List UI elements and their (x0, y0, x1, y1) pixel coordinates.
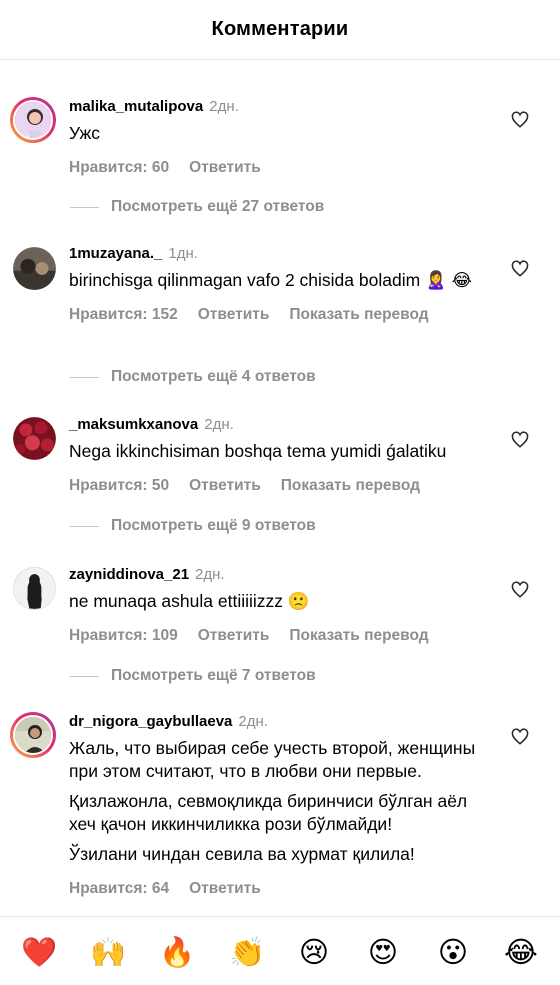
reply-button[interactable]: Ответить (189, 880, 261, 897)
likes-count[interactable]: Нравится: 109 (69, 627, 178, 644)
crying-face-emoji-icon[interactable]: 😢 (297, 935, 331, 969)
translate-button[interactable]: Показать перевод (281, 477, 420, 494)
heart-eyes-emoji-icon[interactable]: 😍 (366, 935, 400, 969)
comment-username[interactable]: zayniddinova_21 (69, 566, 189, 583)
surprised-face-emoji-icon[interactable]: 😮 (436, 935, 470, 969)
heart-outline-icon[interactable] (511, 111, 529, 129)
view-replies-button[interactable]: Посмотреть ещё 7 ответов (70, 666, 316, 686)
comment-time: 2дн. (209, 98, 239, 115)
heart-outline-icon[interactable] (511, 728, 529, 746)
comment-text: Nega ikkinchisiman boshqa tema yumidi ǵa… (69, 441, 447, 461)
comment-time: 1дн. (168, 245, 198, 262)
page-title: Комментарии (211, 18, 349, 40)
avatar[interactable] (13, 247, 56, 290)
avatar[interactable] (10, 712, 56, 758)
comment-username[interactable]: dr_nigora_gaybullaeva (69, 713, 232, 730)
quick-emoji-bar: ❤️ 🙌 🔥 👏 😢 😍 😮 😂 (0, 916, 560, 985)
replies-divider (70, 525, 99, 527)
likes-count[interactable]: Нравится: 50 (69, 477, 169, 494)
reply-button[interactable]: Ответить (189, 477, 261, 494)
comment-username[interactable]: malika_mutalipova (69, 98, 203, 115)
likes-count[interactable]: Нравится: 64 (69, 880, 169, 897)
comment-time: 2дн. (238, 713, 268, 730)
view-replies-button[interactable]: Посмотреть ещё 4 ответов (70, 367, 316, 387)
header: Комментарии (0, 0, 560, 60)
comment-text: Ужс (69, 123, 100, 143)
heart-outline-icon[interactable] (511, 431, 529, 449)
reply-button[interactable]: Ответить (189, 159, 261, 176)
reply-button[interactable]: Ответить (198, 306, 270, 323)
comment-time: 2дн. (195, 566, 225, 583)
view-replies-button[interactable]: Посмотреть ещё 9 ответов (70, 516, 316, 536)
fire-emoji-icon[interactable]: 🔥 (159, 935, 195, 969)
avatar[interactable] (13, 567, 56, 610)
likes-count[interactable]: Нравится: 152 (69, 306, 178, 323)
likes-count[interactable]: Нравится: 60 (69, 159, 169, 176)
comment-username[interactable]: 1muzayana._ (69, 245, 162, 262)
view-replies-button[interactable]: Посмотреть ещё 27 ответов (70, 197, 324, 217)
red-heart-emoji-icon[interactable]: ❤️ (21, 935, 57, 969)
laughing-tears-emoji-icon[interactable]: 😂 (504, 935, 538, 969)
reply-button[interactable]: Ответить (198, 627, 270, 644)
avatar[interactable] (13, 417, 56, 460)
comment-text: birinchisga qilinmagan vafo 2 chisida bo… (69, 270, 473, 290)
translate-button[interactable]: Показать перевод (289, 306, 428, 323)
comment-text: ne munaqa ashula ettiiiiizzz 🙁 (69, 591, 310, 611)
comments-list[interactable]: malika_mutalipova 2дн. Ужс Нравится: 60 От… (0, 60, 560, 915)
heart-outline-icon[interactable] (511, 260, 529, 278)
raising-hands-emoji-icon[interactable]: 🙌 (90, 935, 126, 969)
replies-divider (70, 376, 99, 378)
replies-divider (70, 675, 99, 677)
heart-outline-icon[interactable] (511, 581, 529, 599)
comment-username[interactable]: _maksumkxanova (69, 416, 198, 433)
comment-time: 2дн. (204, 416, 234, 433)
clapping-hands-emoji-icon[interactable]: 👏 (229, 935, 265, 969)
avatar[interactable] (10, 97, 56, 143)
comment-text: Жаль, что выбирая себе учесть второй, же… (69, 738, 476, 864)
translate-button[interactable]: Показать перевод (289, 627, 428, 644)
replies-divider (70, 206, 99, 208)
